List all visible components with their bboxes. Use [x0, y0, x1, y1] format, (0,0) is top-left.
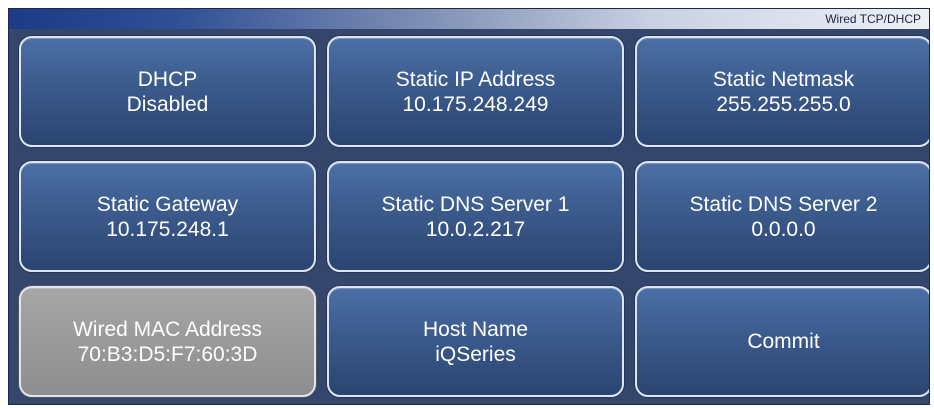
static-dns-server-2-value: 0.0.0.0: [751, 217, 816, 241]
static-dns-server-2-label: Static DNS Server 2: [689, 192, 878, 216]
static-ip-address-label: Static IP Address: [395, 67, 556, 91]
static-netmask-button[interactable]: Static Netmask 255.255.255.0: [635, 36, 929, 147]
static-dns-server-1-button[interactable]: Static DNS Server 1 10.0.2.217: [327, 161, 624, 272]
static-ip-address-button[interactable]: Static IP Address 10.175.248.249: [327, 36, 624, 147]
screen-title: Wired TCP/DHCP: [825, 12, 921, 26]
host-name-value: iQSeries: [435, 342, 516, 366]
wired-mac-address-label: Wired MAC Address: [72, 317, 263, 341]
wired-mac-address-button: Wired MAC Address 70:B3:D5:F7:60:3D: [19, 286, 316, 397]
static-netmask-label: Static Netmask: [712, 67, 855, 91]
title-bar: Wired TCP/DHCP: [9, 9, 929, 29]
commit-button[interactable]: Commit: [635, 286, 929, 397]
commit-label: Commit: [747, 330, 820, 353]
static-gateway-label: Static Gateway: [96, 192, 239, 216]
static-gateway-button[interactable]: Static Gateway 10.175.248.1: [19, 161, 316, 272]
wired-mac-address-value: 70:B3:D5:F7:60:3D: [77, 342, 258, 366]
button-grid: DHCP Disabled Static IP Address 10.175.2…: [19, 36, 929, 401]
dhcp-button[interactable]: DHCP Disabled: [19, 36, 316, 147]
dhcp-value: Disabled: [126, 92, 209, 116]
static-gateway-value: 10.175.248.1: [106, 217, 229, 241]
static-netmask-value: 255.255.255.0: [716, 92, 851, 116]
dhcp-label: DHCP: [137, 67, 198, 91]
settings-screen: Wired TCP/DHCP DHCP Disabled Static IP A…: [8, 8, 930, 405]
static-dns-server-1-value: 10.0.2.217: [425, 217, 526, 241]
static-dns-server-1-label: Static DNS Server 1: [381, 192, 570, 216]
host-name-label: Host Name: [422, 317, 529, 341]
static-dns-server-2-button[interactable]: Static DNS Server 2 0.0.0.0: [635, 161, 929, 272]
host-name-button[interactable]: Host Name iQSeries: [327, 286, 624, 397]
static-ip-address-value: 10.175.248.249: [402, 92, 549, 116]
